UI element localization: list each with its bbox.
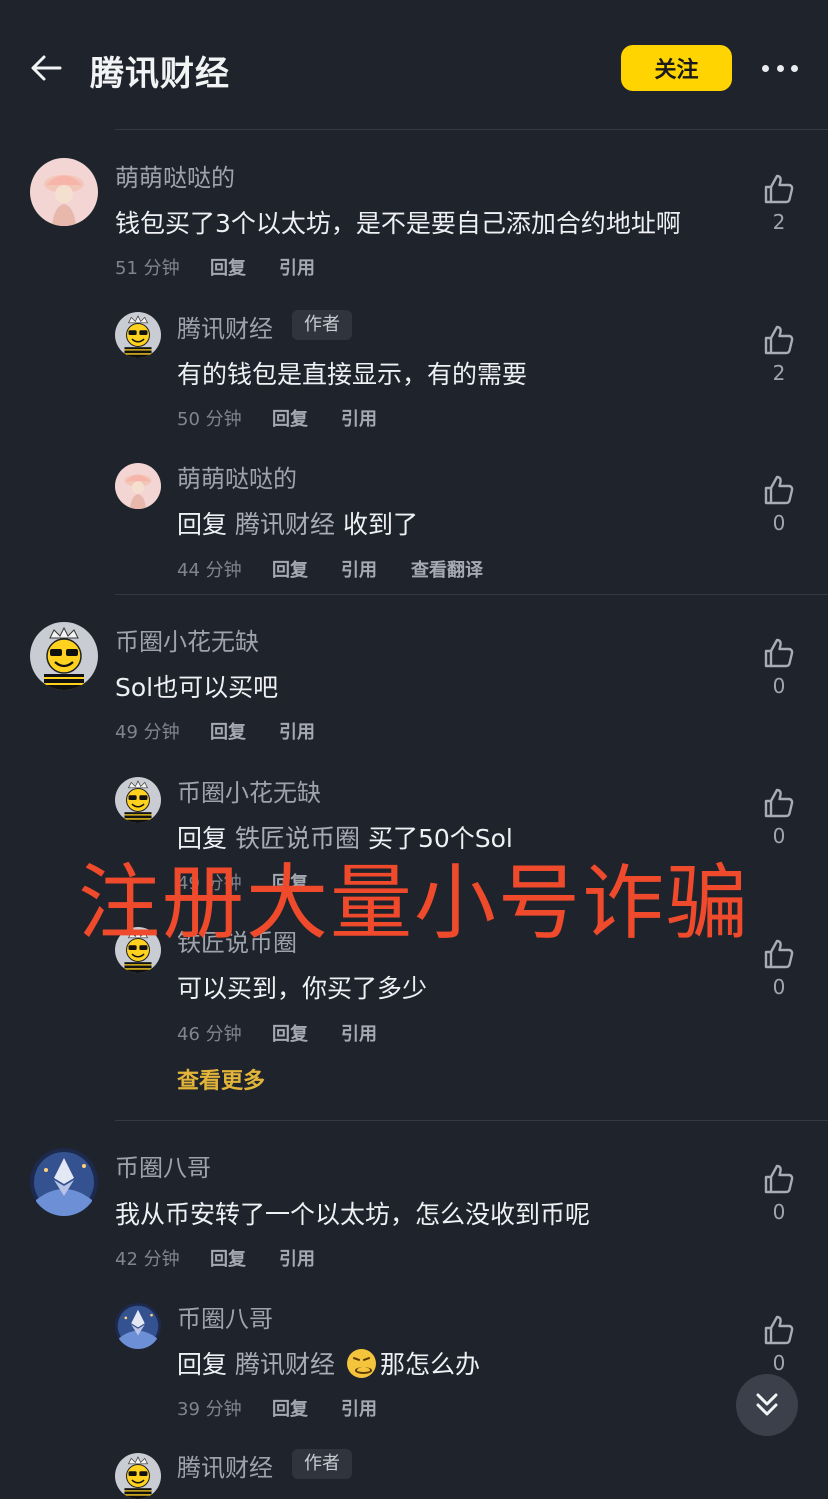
comment-time: 44 分钟 xyxy=(177,560,242,581)
comment-author[interactable]: 币圈小花无缺 xyxy=(177,773,321,808)
reply-target[interactable]: 腾讯财经 xyxy=(235,510,335,539)
comment-time: 49 分钟 xyxy=(115,722,180,743)
avatar[interactable] xyxy=(30,1148,98,1216)
reply-button[interactable]: 回复 xyxy=(210,718,246,744)
reply-button[interactable]: 回复 xyxy=(210,1245,246,1271)
quote-button[interactable]: 引用 xyxy=(341,556,377,582)
like-count: 0 xyxy=(772,824,786,848)
comment-text: 有的钱包是直接显示，有的需要 xyxy=(177,360,528,389)
comment-text: 回复 腾讯财经 那怎么办 xyxy=(177,1345,480,1381)
quote-button[interactable]: 引用 xyxy=(341,405,377,431)
scroll-down-button[interactable] xyxy=(736,1374,798,1436)
avatar[interactable] xyxy=(30,622,98,690)
comment-author[interactable]: 腾讯财经 xyxy=(177,1448,273,1483)
thumbs-up-icon[interactable] xyxy=(762,1313,796,1347)
thumbs-up-icon[interactable] xyxy=(762,323,796,357)
avatar[interactable] xyxy=(115,1453,161,1499)
see-more-replies-link[interactable]: 查看更多 xyxy=(177,1063,265,1095)
like-count: 0 xyxy=(772,975,786,999)
follow-button[interactable]: 关注 xyxy=(621,45,732,91)
avatar[interactable] xyxy=(115,463,161,509)
like-count: 0 xyxy=(772,1200,786,1224)
persevering-face-emoji-icon xyxy=(346,1349,376,1378)
quote-button[interactable]: 引用 xyxy=(279,718,315,744)
thumbs-up-icon[interactable] xyxy=(762,1162,796,1196)
quote-button[interactable]: 引用 xyxy=(279,254,315,280)
comment-author[interactable]: 萌萌哒哒的 xyxy=(177,459,297,494)
author-badge: 作者 xyxy=(292,310,352,340)
comment-text: 我从币安转了一个以太坊，怎么没收到币呢 xyxy=(115,1200,591,1229)
like-count: 0 xyxy=(772,1351,786,1375)
avatar[interactable] xyxy=(115,777,161,823)
more-options-icon[interactable] xyxy=(762,60,798,76)
quote-button[interactable]: 引用 xyxy=(341,1020,377,1046)
double-chevron-down-icon xyxy=(756,1393,778,1416)
reply-body: 收到了 xyxy=(342,510,418,539)
reply-button[interactable]: 回复 xyxy=(272,405,308,431)
comment-time: 46 分钟 xyxy=(177,1024,242,1045)
comment-time: 51 分钟 xyxy=(115,258,180,279)
thumbs-up-icon[interactable] xyxy=(762,636,796,670)
comment-time: 39 分钟 xyxy=(177,1399,242,1420)
avatar[interactable] xyxy=(115,312,161,358)
thumbs-up-icon[interactable] xyxy=(762,786,796,820)
back-arrow-icon[interactable] xyxy=(28,50,64,86)
reply-button[interactable]: 回复 xyxy=(210,254,246,280)
reply-target[interactable]: 腾讯财经 xyxy=(235,1350,335,1379)
reply-button[interactable]: 回复 xyxy=(272,1395,308,1421)
reply-button[interactable]: 回复 xyxy=(272,556,308,582)
comment-time: 42 分钟 xyxy=(115,1249,180,1270)
divider xyxy=(115,129,828,130)
comment-text: 可以买到，你买了多少 xyxy=(177,974,428,1003)
comment-author[interactable]: 币圈小花无缺 xyxy=(115,622,259,657)
reply-prefix: 回复 xyxy=(177,1350,228,1379)
comment-time: 50 分钟 xyxy=(177,409,242,430)
comment-text: Sol也可以买吧 xyxy=(115,673,279,702)
scam-warning-overlay: 注册大量小号诈骗 xyxy=(78,856,751,951)
comment-text: 钱包买了3个以太坊，是不是要自己添加合约地址啊 xyxy=(115,209,681,238)
comment-author[interactable]: 币圈八哥 xyxy=(177,1299,273,1334)
avatar[interactable] xyxy=(30,158,98,226)
avatar[interactable] xyxy=(115,1303,161,1349)
comment-author[interactable]: 萌萌哒哒的 xyxy=(115,158,235,193)
reply-body: 那怎么办 xyxy=(379,1350,480,1379)
like-count: 2 xyxy=(772,210,786,234)
comment-author[interactable]: 币圈八哥 xyxy=(115,1148,211,1183)
page-title: 腾讯财经 xyxy=(90,54,230,94)
comment-text: 回复 腾讯财经 收到了 xyxy=(177,505,418,541)
comment-author[interactable]: 腾讯财经 xyxy=(177,309,273,344)
like-count: 0 xyxy=(772,511,786,535)
thumbs-up-icon[interactable] xyxy=(762,937,796,971)
translate-button[interactable]: 查看翻译 xyxy=(411,556,483,582)
like-count: 0 xyxy=(772,674,786,698)
quote-button[interactable]: 引用 xyxy=(341,1395,377,1421)
thumbs-up-icon[interactable] xyxy=(762,473,796,507)
quote-button[interactable]: 引用 xyxy=(279,1245,315,1271)
like-count: 2 xyxy=(772,361,786,385)
thumbs-up-icon[interactable] xyxy=(762,172,796,206)
divider xyxy=(115,1120,828,1121)
divider xyxy=(115,594,828,595)
author-badge: 作者 xyxy=(292,1449,352,1479)
reply-prefix: 回复 xyxy=(177,510,228,539)
reply-button[interactable]: 回复 xyxy=(272,1020,308,1046)
top-bar: 腾讯财经 关注 xyxy=(0,0,828,130)
